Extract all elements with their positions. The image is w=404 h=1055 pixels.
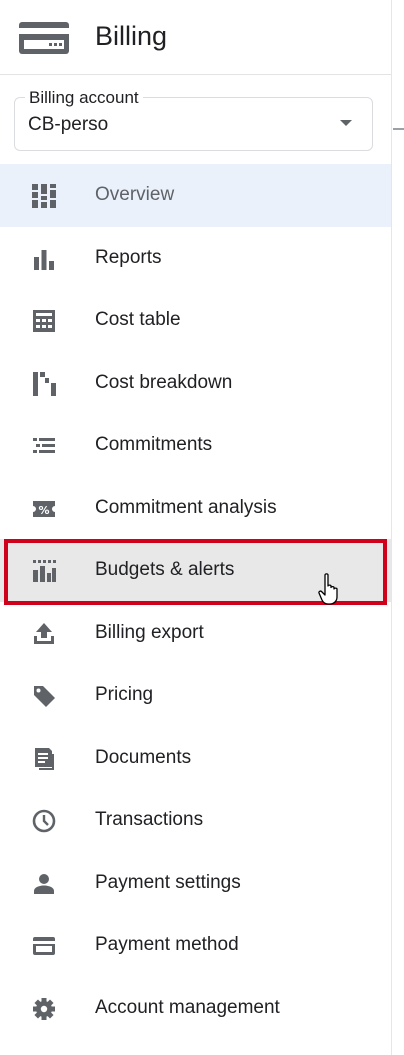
sidebar-item-transactions[interactable]: Transactions	[0, 789, 391, 852]
sidebar-item-commitments[interactable]: Commitments	[0, 414, 391, 477]
page-title: Billing	[95, 21, 168, 51]
document-icon	[31, 746, 57, 772]
sidebar-item-account-management[interactable]: Account management	[0, 977, 391, 1040]
hand-pointer-icon	[318, 572, 344, 606]
sidebar-item-label: Reports	[95, 246, 162, 268]
sidebar-item-label: Documents	[95, 746, 192, 768]
clock-icon	[31, 808, 57, 834]
sidebar-item-reports[interactable]: Reports	[0, 227, 391, 290]
sidebar-item-overview[interactable]: Overview	[0, 164, 391, 227]
chevron-down-icon[interactable]	[340, 120, 352, 126]
sidebar-item-payment-settings[interactable]: Payment settings	[0, 852, 391, 915]
overview-icon	[31, 183, 57, 209]
billing-account-select[interactable]: Billing account CB-perso	[14, 88, 373, 151]
svg-text:%: %	[38, 504, 49, 517]
sidebar-item-billing-export[interactable]: Billing export	[0, 602, 391, 665]
credit-card-icon	[31, 933, 57, 959]
upload-icon	[31, 621, 57, 647]
sidebar-item-label: Account management	[95, 996, 280, 1018]
gear-icon	[31, 996, 57, 1022]
sidebar-item-documents[interactable]: Documents	[0, 727, 391, 790]
budget-chart-icon	[31, 558, 57, 584]
sidebar-item-label: Budgets & alerts	[95, 559, 235, 580]
percent-ticket-icon: %	[31, 496, 57, 522]
waterfall-chart-icon	[31, 371, 57, 397]
sidebar-item-label: Cost breakdown	[95, 371, 233, 393]
sidebar-item-commitment-analysis[interactable]: % Commitment analysis	[0, 477, 391, 540]
sidebar-item-label: Cost table	[95, 309, 181, 330]
sidebar-item-label: Payment settings	[95, 871, 241, 893]
panel-divider	[391, 0, 392, 1055]
sidebar-item-label: Commitment analysis	[95, 496, 277, 518]
price-tag-icon	[31, 683, 57, 709]
header: Billing	[0, 0, 391, 75]
list-icon	[31, 433, 57, 459]
sidebar-item-payment-method[interactable]: Payment method	[0, 914, 391, 977]
table-icon	[31, 308, 57, 334]
sidebar-item-pricing[interactable]: Pricing	[0, 664, 391, 727]
sidebar-item-label: Transactions	[95, 809, 204, 830]
billing-account-label: Billing account	[25, 88, 143, 108]
sidebar-item-label: Payment method	[95, 934, 239, 955]
person-icon	[31, 871, 57, 897]
sidebar-item-cost-breakdown[interactable]: Cost breakdown	[0, 352, 391, 415]
collapse-handle	[393, 128, 404, 130]
sidebar-item-label: Overview	[95, 184, 175, 205]
sidebar-item-cost-table[interactable]: Cost table	[0, 289, 391, 352]
billing-account-value: CB-perso	[28, 114, 109, 135]
sidebar-item-label: Commitments	[95, 434, 213, 455]
sidebar-item-label: Pricing	[95, 684, 154, 705]
billing-card-icon	[19, 22, 69, 54]
sidebar-item-label: Billing export	[95, 621, 204, 643]
bar-chart-icon	[31, 246, 57, 272]
